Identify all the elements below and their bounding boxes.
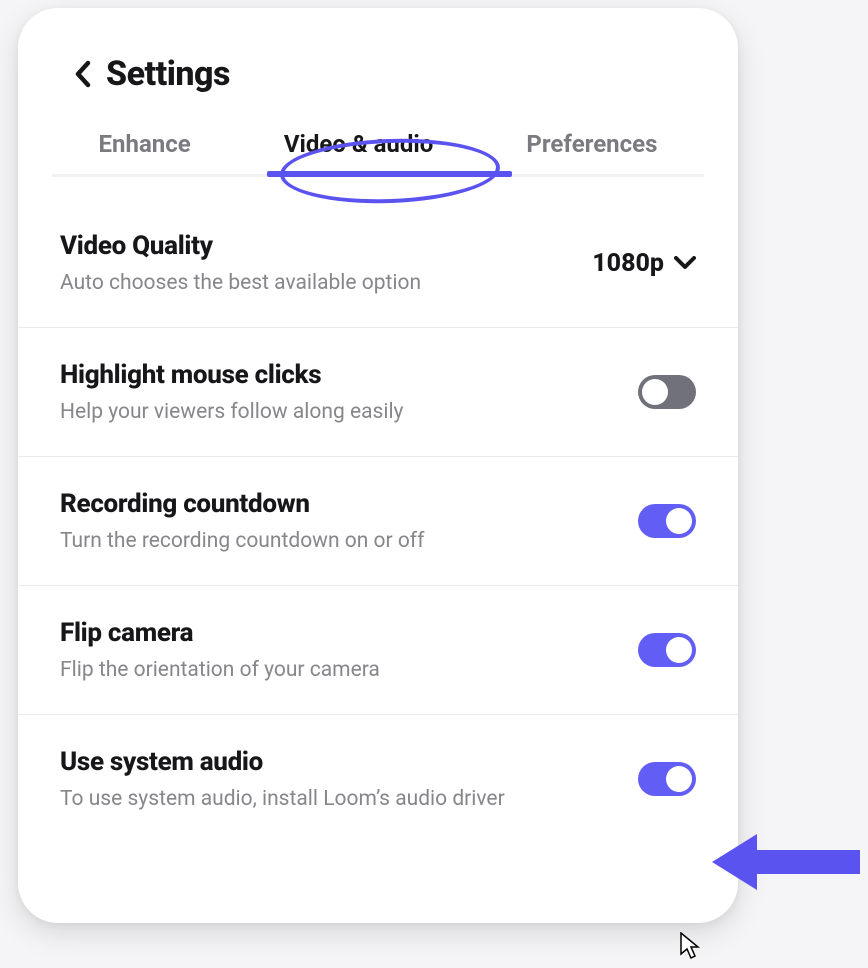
row-video-quality: Video Quality Auto chooses the best avai…	[18, 199, 738, 328]
toggle-knob	[642, 379, 668, 405]
toggle-knob	[666, 637, 692, 663]
settings-header: Settings	[18, 8, 738, 112]
tab-video-audio[interactable]: Video & audio	[278, 128, 439, 160]
row-flip-camera: Flip camera Flip the orientation of your…	[18, 586, 738, 715]
row-system-audio: Use system audio To use system audio, in…	[18, 715, 738, 843]
row-desc: Help your viewers follow along easily	[60, 400, 618, 424]
settings-panel: Settings Enhance Video & audio Preferenc…	[18, 8, 738, 923]
flip-camera-toggle[interactable]	[638, 633, 696, 667]
row-title: Highlight mouse clicks	[60, 360, 618, 390]
active-tab-underline	[267, 171, 512, 177]
row-desc: Flip the orientation of your camera	[60, 658, 618, 682]
system-audio-toggle[interactable]	[638, 762, 696, 796]
chevron-down-icon	[674, 256, 696, 270]
highlight-clicks-toggle[interactable]	[638, 375, 696, 409]
row-highlight-clicks: Highlight mouse clicks Help your viewers…	[18, 328, 738, 457]
row-title: Flip camera	[60, 618, 618, 648]
row-title: Recording countdown	[60, 489, 618, 519]
toggle-knob	[666, 508, 692, 534]
back-icon[interactable]	[74, 60, 92, 88]
video-quality-value: 1080p	[592, 249, 664, 278]
row-desc: Auto chooses the best available option	[60, 271, 572, 295]
tab-preferences[interactable]: Preferences	[520, 128, 663, 160]
tab-enhance[interactable]: Enhance	[93, 128, 197, 160]
row-title: Use system audio	[60, 747, 618, 777]
row-title: Video Quality	[60, 231, 572, 261]
row-desc: To use system audio, install Loom’s audi…	[60, 787, 618, 811]
recording-countdown-toggle[interactable]	[638, 504, 696, 538]
toggle-knob	[666, 766, 692, 792]
tabs-bar: Enhance Video & audio Preferences	[18, 112, 738, 177]
row-desc: Turn the recording countdown on or off	[60, 529, 618, 553]
video-quality-select[interactable]: 1080p	[592, 249, 696, 278]
row-recording-countdown: Recording countdown Turn the recording c…	[18, 457, 738, 586]
settings-list: Video Quality Auto chooses the best avai…	[18, 199, 738, 843]
cursor-icon	[680, 932, 702, 964]
page-title: Settings	[106, 54, 230, 94]
